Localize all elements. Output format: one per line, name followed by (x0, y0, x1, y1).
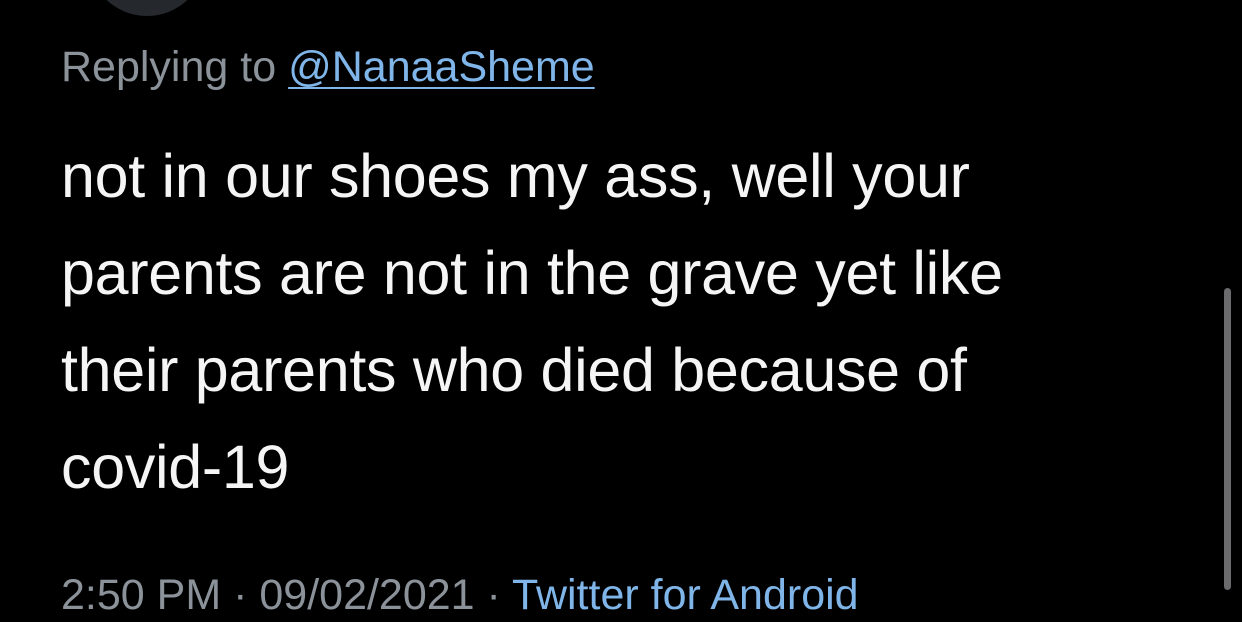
tweet-text-line: parents are not in the grave yet like (61, 239, 1003, 307)
tweet-date: 09/02/2021 (259, 571, 475, 619)
replying-to-label: Replying to (61, 43, 277, 91)
meta-separator: · (486, 571, 501, 619)
reply-handle-link[interactable]: @NanaaSheme (288, 43, 595, 91)
scrollbar[interactable] (1224, 288, 1231, 590)
tweet-metadata: 2:50 PM · 09/02/2021 · Twitter for Andro… (61, 568, 859, 622)
tweet-text-line: covid-19 (61, 433, 290, 501)
tweet-text-line: not in our shoes my ass, well your (61, 142, 970, 210)
tweet-text-line: their parents who died because of (61, 336, 967, 404)
avatar[interactable] (88, 0, 206, 16)
tweet-text: not in our shoes my ass, well your paren… (61, 128, 1181, 516)
replying-to-line: Replying to @NanaaSheme (61, 40, 595, 94)
tweet-source-link[interactable]: Twitter for Android (512, 571, 859, 619)
meta-separator: · (233, 571, 248, 619)
tweet-time: 2:50 PM (61, 571, 222, 619)
